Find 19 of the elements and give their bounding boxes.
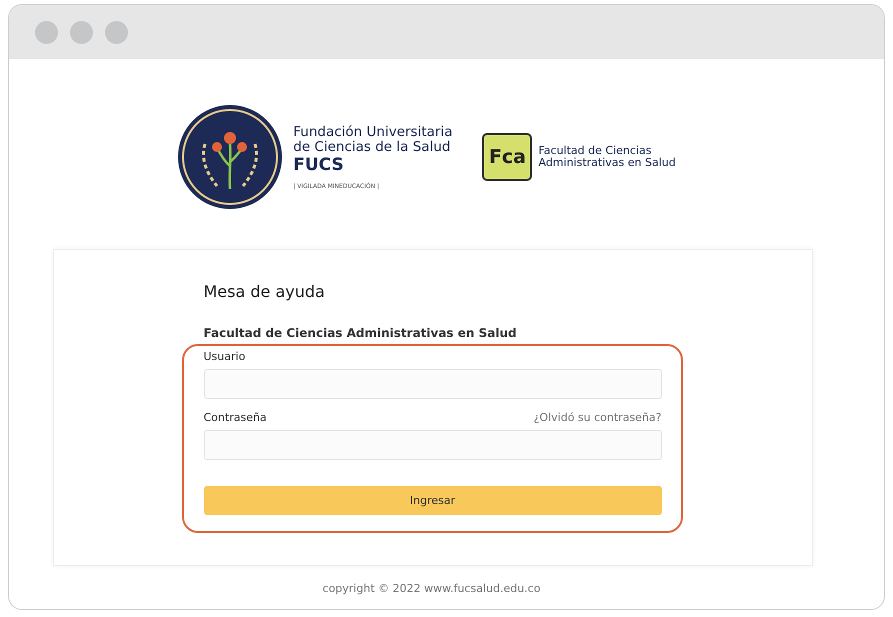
logo-text: de Ciencias de la Salud [293,140,452,154]
logo-text: Facultad de Ciencias [538,145,652,157]
forgot-password-link[interactable]: ¿Olvidó su contraseña? [534,411,662,424]
logo-acronym: FUCS [293,154,345,174]
login-button[interactable]: Ingresar [204,486,662,515]
window-dot-icon [35,20,58,44]
logo-text: Administrativas en Salud [538,157,676,169]
form-subtitle: Facultad de Ciencias Administrativas en Salud [204,326,518,340]
copyright-text: copyright © 2022 www.fucsalud.edu.co [322,582,540,595]
form-title: Mesa de ayuda [204,282,326,301]
input-field[interactable] [204,430,662,460]
field-label: Usuario [204,350,246,363]
logo-text: Fundación Universitaria [293,124,452,140]
field-label: Contraseña [204,411,267,424]
window-dot-icon [70,20,93,44]
faculty-logo-mark: Fca [482,133,532,181]
window-dot-icon [105,20,128,44]
flower-seal-icon [177,104,284,210]
input-field[interactable] [204,369,662,399]
